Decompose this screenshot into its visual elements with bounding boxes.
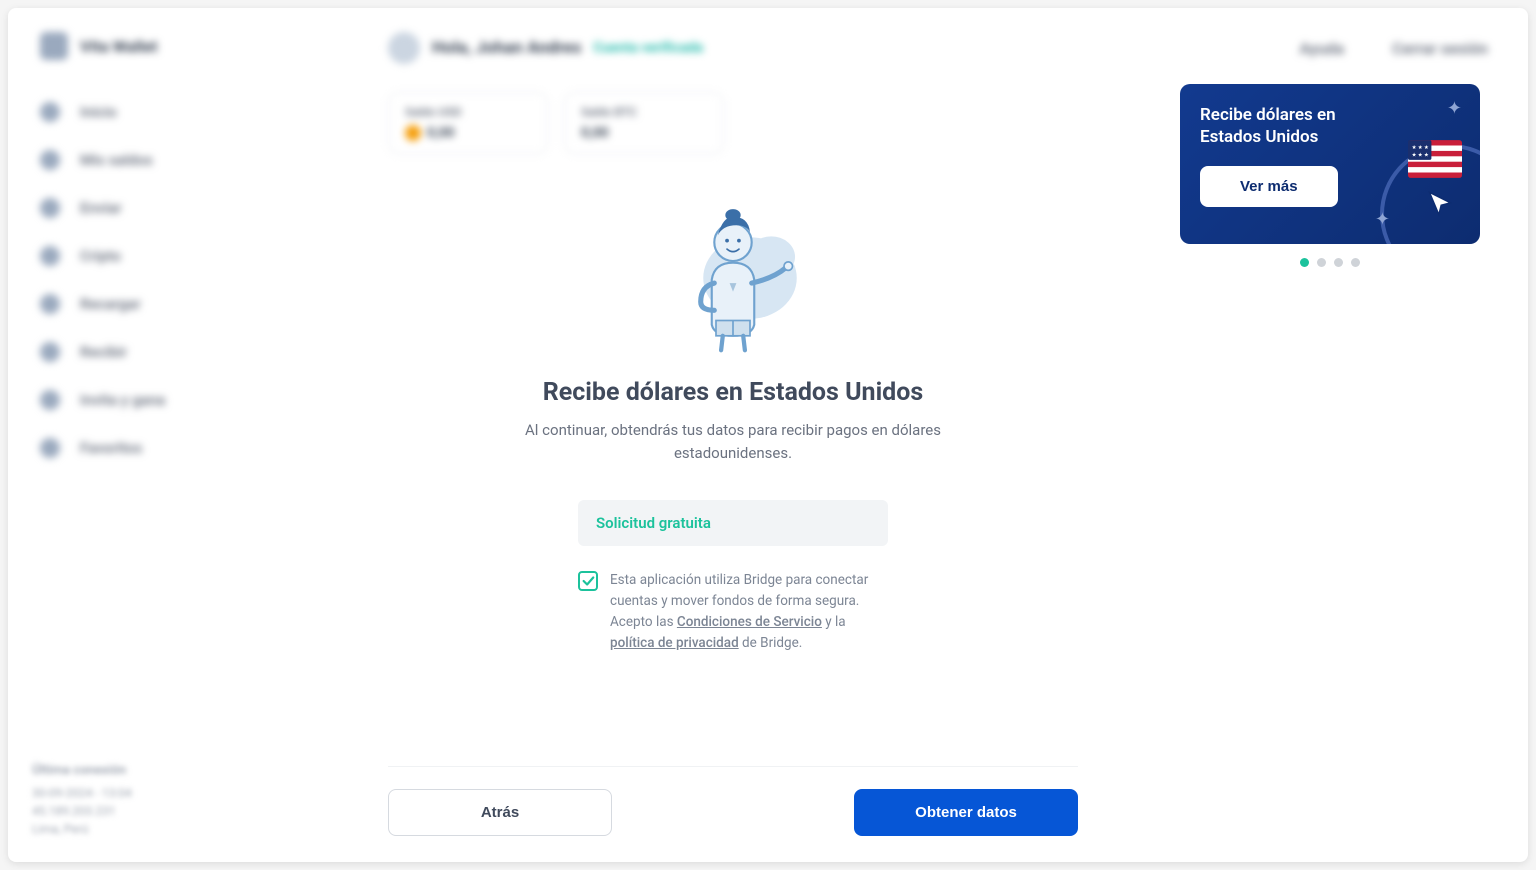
sparkle-icon: ✦ [1375, 209, 1390, 230]
terms-link[interactable]: Condiciones de Servicio [677, 614, 822, 630]
reload-icon [40, 294, 60, 314]
logo: Vita Wallet [24, 32, 312, 60]
header-actions: Ayuda Cerrar sesión [1299, 39, 1488, 58]
header: Hola, Johan Andres Cuenta verificada Ayu… [388, 32, 1488, 64]
sparkle-icon: ✦ [1447, 98, 1462, 119]
home-icon [40, 102, 60, 122]
nav-item-favoritos: Favoritos [24, 424, 312, 472]
nav-item-cripto: Cripto [24, 232, 312, 280]
logo-icon [40, 32, 68, 60]
balance-btc: Saldo BTC 0,00 [564, 92, 724, 154]
dot-2[interactable] [1317, 258, 1326, 267]
main-title: Recibe dólares en Estados Unidos [388, 378, 1078, 407]
nav-item-inicio: Inicio [24, 88, 312, 136]
promo-title: Recibe dólares en Estados Unidos [1200, 104, 1400, 148]
sidebar: Vita Wallet Inicio Mis saldos Enviar Cri… [8, 8, 328, 862]
avatar [388, 32, 420, 64]
nav-item-saldos: Mis saldos [24, 136, 312, 184]
help-link: Ayuda [1299, 39, 1344, 58]
checkmark-icon [581, 574, 595, 588]
main-panel: Recibe dólares en Estados Unidos Al cont… [388, 198, 1078, 654]
receive-icon [40, 342, 60, 362]
privacy-link[interactable]: política de privacidad [610, 635, 739, 651]
dot-3[interactable] [1334, 258, 1343, 267]
balance-cards: Saldo USD 0,00 Saldo BTC 0,00 [388, 92, 724, 154]
promo-cta-button[interactable]: Ver más [1200, 166, 1338, 207]
greeting: Hola, Johan Andres [432, 38, 581, 58]
balance-usd: Saldo USD 0,00 [388, 92, 548, 154]
invite-icon [40, 390, 60, 410]
nav-item-invita: Invita y gana [24, 376, 312, 424]
nav-item-recargar: Recargar [24, 280, 312, 328]
nav-item-recibir: Recibir [24, 328, 312, 376]
consent-row: Esta aplicación utiliza Bridge para cone… [578, 570, 888, 654]
back-button[interactable]: Atrás [388, 789, 612, 836]
verified-badge: Cuenta verificada [593, 40, 703, 56]
consent-checkbox[interactable] [578, 571, 598, 591]
send-icon [40, 198, 60, 218]
character-illustration-icon [648, 198, 818, 358]
logout-link: Cerrar sesión [1392, 39, 1488, 58]
logo-text: Vita Wallet [80, 37, 157, 56]
sidebar-footer: Última conexión 30-09-2024 - 13:04 45.18… [32, 761, 132, 839]
cursor-icon [1426, 190, 1454, 218]
svg-text:★ ★ ★: ★ ★ ★ [1412, 152, 1429, 158]
nav-item-enviar: Enviar [24, 184, 312, 232]
crypto-icon [40, 246, 60, 266]
svg-text:★ ★ ★: ★ ★ ★ [1412, 145, 1429, 151]
illustration [388, 198, 1078, 358]
submit-button[interactable]: Obtener datos [854, 789, 1078, 836]
main-subtitle: Al continuar, obtendrás tus datos para r… [523, 419, 943, 464]
action-bar: Atrás Obtener datos [388, 766, 1078, 836]
free-request-badge: Solicitud gratuita [578, 500, 888, 546]
consent-text: Esta aplicación utiliza Bridge para cone… [610, 570, 888, 654]
promo-card: ✦ ✦ Recibe dólares en Estados Unidos Ver… [1180, 84, 1480, 244]
carousel-dots[interactable] [1180, 258, 1480, 267]
dot-4[interactable] [1351, 258, 1360, 267]
star-icon [40, 438, 60, 458]
dot-1[interactable] [1300, 258, 1309, 267]
wallet-icon [40, 150, 60, 170]
us-flag-icon: ★ ★ ★ ★ ★ ★ [1408, 140, 1462, 178]
usd-icon [405, 125, 421, 141]
